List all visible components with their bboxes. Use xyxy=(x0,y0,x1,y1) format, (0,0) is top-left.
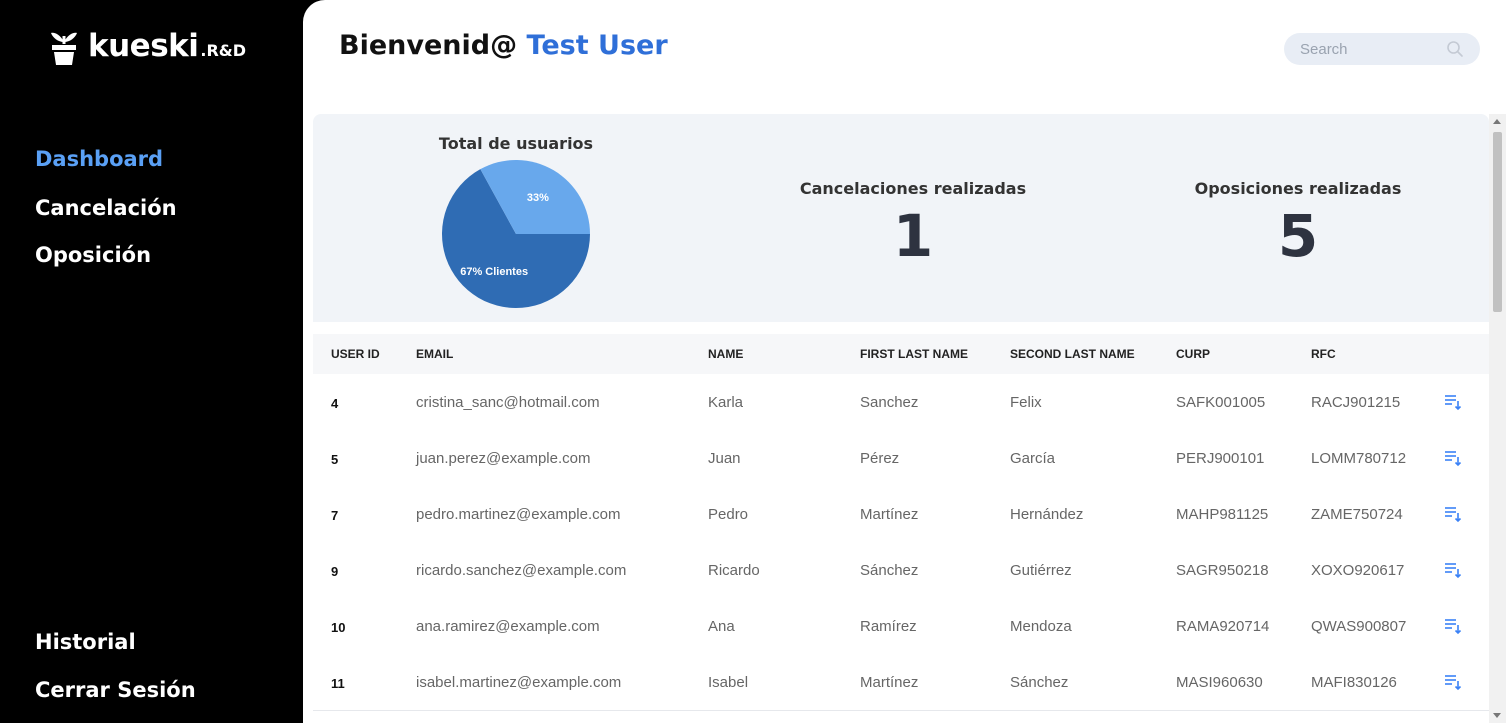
nav-item-oposicion[interactable]: Oposición xyxy=(35,243,151,267)
cell-name: Isabel xyxy=(708,674,749,691)
column-header-name[interactable]: NAME xyxy=(708,347,743,361)
cell-user-id: 7 xyxy=(331,508,339,523)
cell-second-last-name: Sánchez xyxy=(1010,674,1069,691)
cell-curp: MAHP981125 xyxy=(1176,506,1269,523)
cell-user-id: 4 xyxy=(331,396,339,411)
oposiciones-label: Oposiciones realizadas xyxy=(1194,179,1402,198)
cell-curp: MASI960630 xyxy=(1176,674,1263,691)
cell-email: ricardo.sanchez@example.com xyxy=(416,562,627,579)
scroll-up-arrow-icon[interactable] xyxy=(1493,119,1501,124)
cell-rfc: LOMM780712 xyxy=(1311,450,1407,467)
nav-item-dashboard[interactable]: Dashboard xyxy=(35,147,163,171)
cell-email: ana.ramirez@example.com xyxy=(416,618,600,635)
row-details-icon[interactable] xyxy=(1443,448,1463,468)
sidebar: kueski .R&D Dashboard Cancelación Oposic… xyxy=(0,0,318,723)
cell-name: Pedro xyxy=(708,506,749,523)
row-details-icon[interactable] xyxy=(1443,392,1463,412)
cell-curp: SAGR950218 xyxy=(1176,562,1269,579)
table-row: 11 isabel.martinez@example.com Isabel Martí… xyxy=(313,654,1489,711)
brand-suffix: .R&D xyxy=(200,41,247,60)
table-row: 4 cristina_sanc@hotmail.com Karla Sanchez Fe… xyxy=(313,374,1489,431)
stats-panel: Total de usuarios 67% Clientes 33% Cancel… xyxy=(313,114,1489,322)
cell-curp: PERJ900101 xyxy=(1176,450,1265,467)
scrollbar-thumb[interactable] xyxy=(1493,132,1502,312)
column-header-user-id[interactable]: USER ID xyxy=(331,347,380,361)
brand-name: kueski xyxy=(88,28,199,64)
oposiciones-count: 5 xyxy=(1277,202,1319,270)
column-header-second-last-name[interactable]: SECOND LAST NAME xyxy=(1010,347,1135,361)
cell-second-last-name: Gutiérrez xyxy=(1010,562,1072,579)
cell-rfc: MAFI830126 xyxy=(1311,674,1397,691)
cell-user-id: 10 xyxy=(331,620,346,635)
cell-email: cristina_sanc@hotmail.com xyxy=(416,394,600,411)
main-panel: Bienvenid@ Test User Total de usuarios 6… xyxy=(303,0,1506,723)
cell-name: Ana xyxy=(708,618,735,635)
scroll-down-arrow-icon[interactable] xyxy=(1493,713,1501,718)
column-header-first-last-name[interactable]: FIRST LAST NAME xyxy=(860,347,968,361)
greeting-text: Bienvenid@ xyxy=(339,30,518,61)
cell-email: juan.perez@example.com xyxy=(416,450,591,467)
cancelaciones-label: Cancelaciones realizadas xyxy=(799,179,1027,198)
cell-name: Juan xyxy=(708,450,741,467)
row-details-icon[interactable] xyxy=(1443,560,1463,580)
cell-rfc: QWAS900807 xyxy=(1311,618,1407,635)
pie-chart-title: Total de usuarios xyxy=(438,134,594,153)
brand-logo: kueski .R&D xyxy=(50,26,246,66)
cell-user-id: 9 xyxy=(331,564,339,579)
table-row: 5 juan.perez@example.com Juan Pérez García PE… xyxy=(313,430,1489,487)
cell-rfc: XOXO920617 xyxy=(1311,562,1405,579)
cell-second-last-name: Felix xyxy=(1010,394,1042,411)
row-details-icon[interactable] xyxy=(1443,616,1463,636)
nav-item-cancelacion[interactable]: Cancelación xyxy=(35,196,177,220)
column-header-rfc[interactable]: RFC xyxy=(1311,347,1336,361)
cell-email: pedro.martinez@example.com xyxy=(416,506,621,523)
cell-name: Karla xyxy=(708,394,744,411)
cell-second-last-name: Hernández xyxy=(1010,506,1084,523)
cell-curp: RAMA920714 xyxy=(1176,618,1270,635)
plant-pot-icon xyxy=(51,32,77,65)
page-title: Bienvenid@ Test User xyxy=(339,30,668,61)
row-details-icon[interactable] xyxy=(1443,672,1463,692)
row-details-icon[interactable] xyxy=(1443,504,1463,524)
cell-first-last-name: Martínez xyxy=(860,674,919,691)
cell-email: isabel.martinez@example.com xyxy=(416,674,622,691)
pie-slice-label: 33% xyxy=(527,192,549,204)
scrollbar[interactable] xyxy=(1489,114,1506,723)
nav-item-historial[interactable]: Historial xyxy=(35,630,136,654)
cell-first-last-name: Sánchez xyxy=(860,562,919,579)
cell-name: Ricardo xyxy=(708,562,760,579)
pie-slice-label: 67% Clientes xyxy=(460,266,528,278)
users-pie-chart: 67% Clientes 33% xyxy=(442,160,590,308)
cell-second-last-name: García xyxy=(1010,450,1056,467)
cell-rfc: RACJ901215 xyxy=(1311,394,1401,411)
cell-second-last-name: Mendoza xyxy=(1010,618,1072,635)
user-name: Test User xyxy=(526,30,668,61)
table-row: 10 ana.ramirez@example.com Ana Ramírez Mendo… xyxy=(313,598,1489,655)
cell-first-last-name: Pérez xyxy=(860,450,900,467)
cell-user-id: 5 xyxy=(331,452,339,467)
cell-first-last-name: Martínez xyxy=(860,506,919,523)
table-header: USER ID EMAIL NAME FIRST LAST NAME SECON… xyxy=(313,334,1489,374)
table-row: 7 pedro.martinez@example.com Pedro Martínez… xyxy=(313,486,1489,543)
column-header-email[interactable]: EMAIL xyxy=(416,347,453,361)
cell-first-last-name: Sanchez xyxy=(860,394,919,411)
cell-user-id: 11 xyxy=(331,676,345,691)
cancelaciones-count: 1 xyxy=(892,202,934,270)
column-header-curp[interactable]: CURP xyxy=(1176,347,1210,361)
cell-curp: SAFK001005 xyxy=(1176,394,1266,411)
cell-first-last-name: Ramírez xyxy=(860,618,917,635)
logout-button[interactable]: Cerrar Sesión xyxy=(35,678,196,702)
table-row: 9 ricardo.sanchez@example.com Ricardo Sánch… xyxy=(313,542,1489,599)
search-icon[interactable] xyxy=(1446,40,1464,58)
dashboard-content: Total de usuarios 67% Clientes 33% Cancel… xyxy=(313,114,1489,723)
cell-rfc: ZAME750724 xyxy=(1311,506,1403,523)
